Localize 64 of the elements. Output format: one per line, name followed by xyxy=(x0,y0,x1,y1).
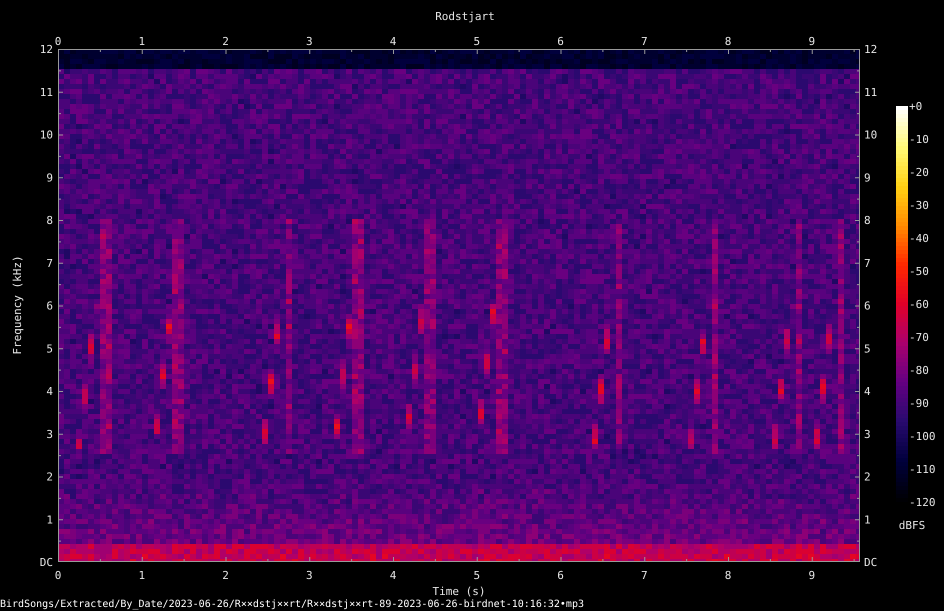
x-tick-label: 4 xyxy=(390,35,396,48)
y-tick-label: 12 xyxy=(864,43,878,56)
y-tick-label: DC xyxy=(40,556,53,569)
y-tick-label: 3 xyxy=(864,428,871,441)
y-tick-label: 4 xyxy=(864,385,871,398)
x-tick-label: 0 xyxy=(54,35,62,48)
x-tick-label: 8 xyxy=(724,35,732,48)
x-tick-label: 9 xyxy=(808,35,816,48)
colorbar-tick-label: -80 xyxy=(909,364,929,377)
x-axis-label: Time (s) xyxy=(432,585,486,598)
y-tick-label: 6 xyxy=(864,300,871,312)
colorbar-tick-label: -20 xyxy=(909,166,929,179)
colorbar-tick-label: -70 xyxy=(909,331,929,344)
x-tick-label: 1 xyxy=(138,35,146,48)
y-tick-label: 2 xyxy=(864,470,871,484)
colorbar-tick-label: -50 xyxy=(909,265,929,278)
y-tick-label: 11 xyxy=(40,86,53,99)
x-tick-label: 6 xyxy=(557,35,564,48)
y-tick-label: 4 xyxy=(46,385,53,398)
y-tick-label: 11 xyxy=(864,86,878,99)
y-tick-label: 8 xyxy=(46,214,53,227)
colorbar-label: dBFS xyxy=(898,519,926,532)
x-tick-label: 9 xyxy=(808,569,816,582)
y-tick-label: 1 xyxy=(46,513,53,526)
colorbar-tick-label: -110 xyxy=(909,463,936,476)
colorbar-tick-label: -90 xyxy=(909,397,929,410)
colorbar-tick-label: -120 xyxy=(909,496,936,509)
x-tick-label: 8 xyxy=(724,569,732,582)
y-axis-label: Frequency (kHz) xyxy=(11,255,24,355)
y-tick-label: 2 xyxy=(46,470,53,484)
y-tick-label: 1 xyxy=(864,513,871,526)
y-tick-label: 5 xyxy=(46,342,53,356)
y-tick-label: 10 xyxy=(864,128,878,142)
x-tick-label: 3 xyxy=(306,35,313,48)
y-tick-label: 9 xyxy=(46,171,53,184)
y-tick-label: 7 xyxy=(864,256,871,270)
y-tick-label: 5 xyxy=(864,342,871,356)
chart-title: Rodstjart xyxy=(435,10,495,23)
y-tick-label: 9 xyxy=(864,171,871,184)
x-tick-label: 5 xyxy=(473,569,480,582)
y-tick-label: 6 xyxy=(46,300,53,312)
y-tick-label: DC xyxy=(864,556,878,569)
x-tick-label: 2 xyxy=(222,35,229,48)
y-tick-label: 8 xyxy=(864,214,871,227)
colorbar-tick-label: -60 xyxy=(909,298,929,311)
colorbar-tick-label: -10 xyxy=(909,133,929,146)
x-tick-label: 1 xyxy=(138,569,146,582)
y-tick-label: 12 xyxy=(40,43,53,56)
y-tick-label: 10 xyxy=(40,128,53,142)
x-tick-label: 7 xyxy=(640,569,648,582)
x-tick-label: 3 xyxy=(306,569,313,582)
x-tick-label: 7 xyxy=(640,35,648,48)
x-tick-label: 5 xyxy=(473,35,480,48)
colorbar-tick-label: -100 xyxy=(909,430,936,443)
x-tick-label: 4 xyxy=(390,569,396,582)
colorbar-tick-label: -40 xyxy=(909,232,929,245)
colorbar-tick-label: -30 xyxy=(909,199,929,212)
x-tick-label: 2 xyxy=(222,569,229,582)
colorbar-tick-label: +0 xyxy=(909,100,922,113)
x-tick-label: 0 xyxy=(54,569,62,582)
y-tick-label: 3 xyxy=(46,428,53,441)
y-tick-label: 7 xyxy=(46,256,53,270)
x-tick-label: 6 xyxy=(557,569,564,582)
file-path: BirdSongs/Extracted/By_Date/2023-06-26/R××dstj××rt/R××dstj××rt-89-2023-06-26-birdnet-10:16:32•mp3 xyxy=(0,599,584,610)
